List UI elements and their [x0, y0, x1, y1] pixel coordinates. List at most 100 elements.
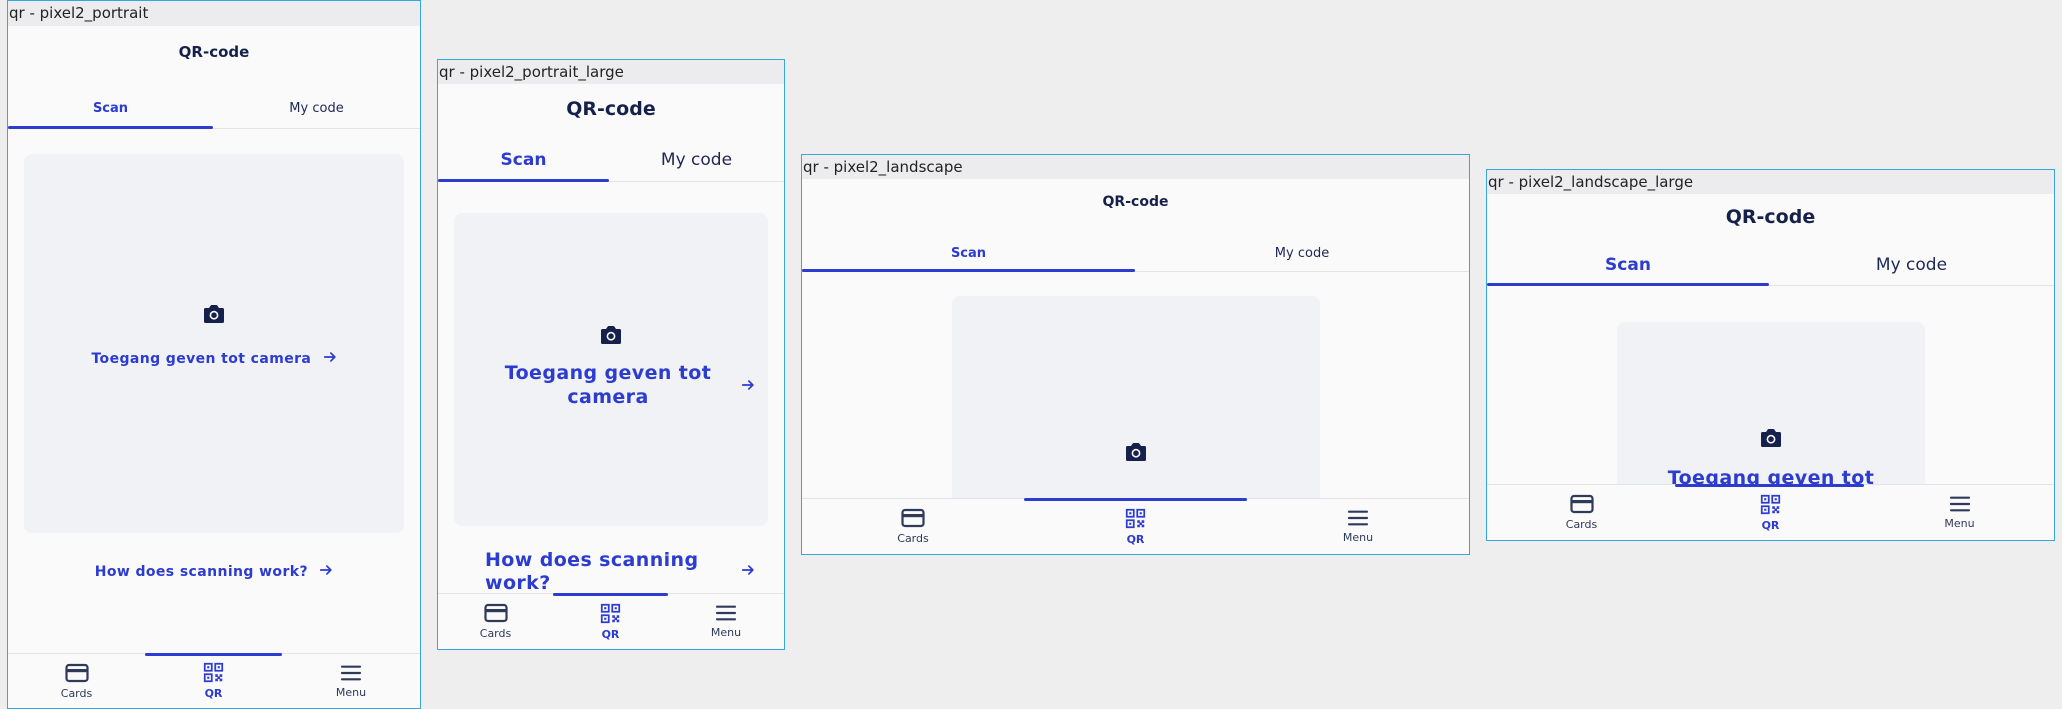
active-tab-indicator: [8, 126, 213, 129]
frame-caption: qr - pixel2_landscape_large: [1487, 170, 2054, 194]
tab-label: Scan: [950, 245, 987, 261]
tab-bar: Scan My code: [1487, 244, 2054, 286]
tab-scan[interactable]: Scan: [802, 235, 1135, 271]
qr-code-icon: [1760, 494, 1781, 515]
nav-label: Cards: [1565, 518, 1598, 531]
app-screen: QR-code Scan My code Toegang geven tot c…: [438, 84, 784, 649]
nav-item-menu[interactable]: Menu: [1865, 485, 2054, 540]
nav-item-menu[interactable]: Menu: [668, 594, 784, 649]
qr-code-icon: [1125, 508, 1146, 529]
bottom-nav: Cards QR Menu: [8, 653, 420, 708]
tab-label: Scan: [92, 100, 129, 116]
bottom-nav: Cards QR Menu: [1487, 484, 2054, 540]
active-tab-indicator: [438, 179, 609, 182]
frame-caption: qr - pixel2_portrait_large: [438, 60, 784, 84]
active-tab-indicator: [802, 269, 1135, 272]
camera-preview: Toegang geven tot camera: [454, 213, 768, 526]
page-title: QR-code: [1725, 206, 1816, 228]
frame-caption: qr - pixel2_landscape: [802, 155, 1469, 179]
nav-item-qr[interactable]: QR: [1024, 499, 1247, 554]
how-scanning-works-label: work?: [485, 572, 551, 594]
card-icon: [1570, 494, 1594, 514]
qr-code-icon: [600, 603, 621, 624]
camera-access-link[interactable]: Toegang geven tot camera: [24, 350, 404, 367]
tab-scan[interactable]: Scan: [1487, 244, 1769, 285]
card-icon: [484, 603, 508, 623]
camera-access-label: camera: [567, 386, 649, 408]
tab-label: Scan: [1605, 254, 1651, 275]
app-screen: QR-code Scan My code Toegang geven tot c…: [8, 26, 420, 708]
page-title: QR-code: [566, 98, 656, 120]
tab-label: My code: [660, 150, 733, 170]
tab-my-code[interactable]: My code: [213, 88, 420, 128]
arrow-right-icon: [323, 350, 337, 364]
camera-icon: [599, 325, 623, 345]
nav-label: QR: [1126, 532, 1145, 546]
nav-label: QR: [1761, 518, 1780, 532]
arrow-right-icon: [741, 378, 755, 392]
tab-label: My code: [289, 100, 344, 116]
card-icon: [65, 663, 89, 683]
nav-label: Cards: [479, 627, 512, 640]
tab-my-code[interactable]: My code: [1135, 235, 1469, 271]
tab-my-code[interactable]: My code: [609, 139, 784, 181]
camera-preview: Toegang geven tot camera: [24, 154, 404, 533]
nav-label: Cards: [60, 686, 93, 700]
camera-icon: [202, 304, 226, 324]
nav-item-qr[interactable]: QR: [1676, 485, 1865, 540]
tab-scan[interactable]: Scan: [8, 88, 213, 128]
device-frame-portrait: qr - pixel2_portrait QR-code Scan My cod…: [7, 0, 421, 709]
nav-item-menu[interactable]: Menu: [1247, 499, 1469, 554]
card-icon: [901, 508, 925, 528]
arrow-right-icon: [741, 563, 755, 577]
nav-item-qr[interactable]: QR: [145, 654, 282, 708]
tab-bar: Scan My code: [8, 88, 420, 129]
tab-label: My code: [1875, 254, 1948, 275]
tab-my-code[interactable]: My code: [1769, 244, 2054, 285]
bottom-nav: Cards QR Menu: [438, 593, 784, 649]
camera-preview: [952, 296, 1320, 526]
arrow-right-icon: [319, 563, 333, 577]
how-scanning-works-link[interactable]: How does scanning work?: [8, 563, 420, 580]
camera-icon: [1124, 442, 1148, 462]
app-screen: QR-code Scan My code Toegang geven tot C…: [1487, 194, 2054, 540]
frame-caption: qr - pixel2_portrait: [8, 1, 420, 26]
qr-code-icon: [203, 662, 224, 683]
nav-label: Menu: [1944, 517, 1975, 530]
nav-label: Menu: [1342, 531, 1374, 544]
camera-access-label: Toegang geven tot camera: [91, 351, 312, 367]
camera-access-label: Toegang geven tot: [504, 362, 712, 384]
how-scanning-works-label: How does scanning: [485, 549, 699, 571]
nav-label: Cards: [897, 532, 929, 545]
camera-icon: [1759, 428, 1783, 448]
nav-item-cards[interactable]: Cards: [438, 594, 553, 649]
camera-access-link[interactable]: Toegang geven tot camera: [494, 361, 722, 409]
page-title: QR-code: [1102, 194, 1169, 210]
nav-label: Menu: [710, 626, 742, 639]
device-frame-landscape-large: qr - pixel2_landscape_large QR-code Scan…: [1486, 169, 2055, 541]
tab-bar: Scan My code: [438, 139, 784, 182]
tab-label: My code: [1274, 245, 1330, 261]
nav-item-qr[interactable]: QR: [553, 594, 668, 649]
tab-scan[interactable]: Scan: [438, 139, 609, 181]
tab-label: Scan: [500, 150, 547, 170]
device-frame-portrait-large: qr - pixel2_portrait_large QR-code Scan …: [437, 59, 785, 650]
how-scanning-works-label: How does scanning work?: [94, 564, 308, 580]
how-scanning-works-link[interactable]: How does scanning work?: [485, 549, 698, 595]
hamburger-menu-icon: [1347, 509, 1369, 527]
nav-item-cards[interactable]: Cards: [802, 499, 1024, 554]
nav-item-cards[interactable]: Cards: [1487, 485, 1676, 540]
nav-item-cards[interactable]: Cards: [8, 654, 145, 708]
hamburger-menu-icon: [340, 664, 362, 682]
nav-label: QR: [601, 627, 620, 641]
nav-label: QR: [204, 687, 223, 700]
device-frame-landscape: qr - pixel2_landscape QR-code Scan My co…: [801, 154, 1470, 555]
active-tab-indicator: [1487, 283, 1769, 286]
bottom-nav: Cards QR Menu: [802, 498, 1469, 554]
tab-bar: Scan My code: [802, 235, 1469, 272]
nav-item-menu[interactable]: Menu: [282, 654, 420, 708]
hamburger-menu-icon: [1949, 495, 1971, 513]
hamburger-menu-icon: [715, 604, 737, 622]
app-screen: QR-code Scan My code Cards QR Menu: [802, 179, 1469, 554]
nav-label: Menu: [335, 685, 367, 699]
